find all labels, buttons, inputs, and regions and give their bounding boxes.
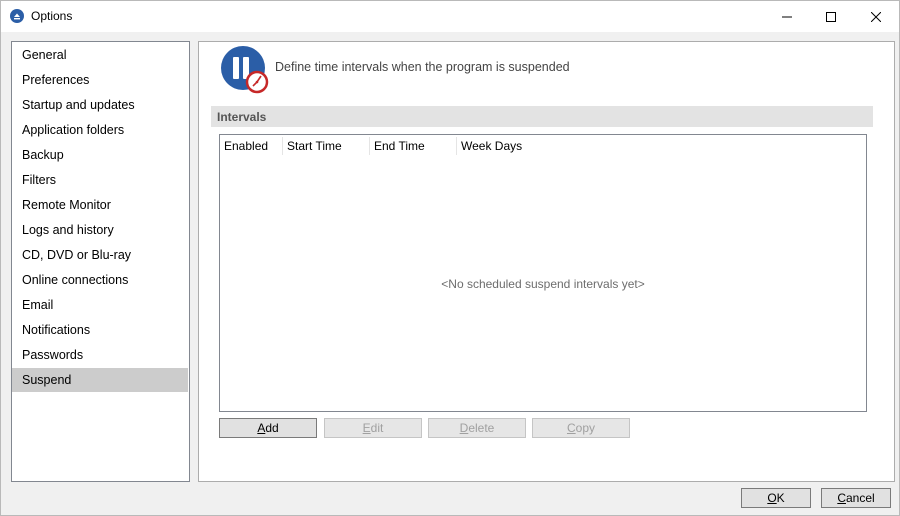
minimize-button[interactable]: [764, 1, 810, 32]
add-button-label: dd: [265, 421, 279, 435]
column-header-start-time[interactable]: Start Time: [283, 135, 369, 157]
intervals-section-header: Intervals: [211, 106, 873, 127]
empty-table-message: <No scheduled suspend intervals yet>: [441, 277, 645, 291]
window-title: Options: [31, 9, 73, 23]
ok-button[interactable]: OK: [741, 488, 811, 508]
edit-button-mnemonic: E: [362, 421, 371, 435]
cancel-button-label: ancel: [845, 491, 875, 505]
close-icon: [871, 11, 881, 22]
column-header-end-time[interactable]: End Time: [370, 135, 456, 157]
maximize-icon: [826, 11, 836, 22]
nav-item-startup-and-updates[interactable]: Startup and updates: [12, 93, 188, 117]
intervals-table[interactable]: Enabled Start Time End Time Week Days <N…: [219, 134, 867, 412]
nav-item-passwords[interactable]: Passwords: [12, 343, 188, 367]
nav-item-online-connections[interactable]: Online connections: [12, 268, 188, 292]
minimize-icon: [782, 16, 792, 17]
nav-item-notifications[interactable]: Notifications: [12, 318, 188, 342]
nav-item-remote-monitor[interactable]: Remote Monitor: [12, 193, 188, 217]
suspend-clock-icon: [221, 46, 269, 94]
nav-item-logs-and-history[interactable]: Logs and history: [12, 218, 188, 242]
column-header-enabled[interactable]: Enabled: [220, 135, 282, 157]
maximize-button[interactable]: [808, 1, 854, 32]
app-icon: [10, 9, 24, 23]
suspend-settings-panel: Define time intervals when the program i…: [198, 41, 895, 482]
close-button[interactable]: [853, 1, 899, 32]
title-bar[interactable]: Options: [1, 1, 899, 32]
page-description: Define time intervals when the program i…: [275, 60, 570, 74]
edit-button-label: dit: [370, 421, 384, 435]
copy-button-label: opy: [575, 421, 596, 435]
cancel-button[interactable]: Cancel: [821, 488, 891, 508]
copy-button[interactable]: Copy: [532, 418, 630, 438]
cancel-button-mnemonic: C: [837, 491, 846, 505]
options-nav-list: General Preferences Startup and updates …: [11, 41, 190, 482]
ok-button-mnemonic: O: [767, 491, 777, 505]
copy-button-mnemonic: C: [566, 421, 576, 435]
intervals-section-title: Intervals: [217, 110, 267, 124]
nav-item-general[interactable]: General: [12, 43, 188, 67]
ok-button-label: K: [776, 491, 785, 505]
nav-item-suspend[interactable]: Suspend: [12, 368, 188, 392]
nav-item-filters[interactable]: Filters: [12, 168, 188, 192]
delete-button-mnemonic: D: [459, 421, 469, 435]
nav-item-cd-dvd-bluray[interactable]: CD, DVD or Blu-ray: [12, 243, 188, 267]
delete-button-label: elete: [468, 421, 495, 435]
nav-item-application-folders[interactable]: Application folders: [12, 118, 188, 142]
column-header-week-days[interactable]: Week Days: [457, 135, 577, 157]
options-window: Options General Preferences Startup and …: [0, 0, 900, 516]
nav-item-preferences[interactable]: Preferences: [12, 68, 188, 92]
add-button[interactable]: Add: [219, 418, 317, 438]
edit-button[interactable]: Edit: [324, 418, 422, 438]
nav-item-backup[interactable]: Backup: [12, 143, 188, 167]
delete-button[interactable]: Delete: [428, 418, 526, 438]
nav-item-email[interactable]: Email: [12, 293, 188, 317]
